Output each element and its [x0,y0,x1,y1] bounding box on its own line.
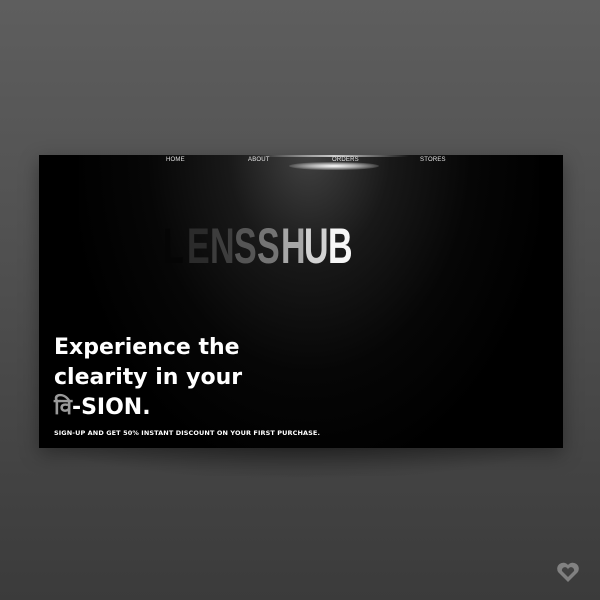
brand-letter: L [163,218,184,274]
hero-line-2: clearity in your [54,365,243,390]
brand-letter: B [327,218,353,274]
hero-headline: Experience the clearity in your वि-SION. [54,333,242,423]
nav-item-orders[interactable]: ORDERS [332,157,359,163]
heart-icon[interactable] [556,561,580,583]
brand-letter: S [233,218,257,274]
brand-letter: U [304,218,329,274]
brand-letter: N [210,218,235,274]
nav-item-stores[interactable]: STORES [420,157,446,163]
website-screenshot: HOME ABOUT ORDERS STORES L E N S S H U B… [39,155,563,448]
nav-item-home[interactable]: HOME [166,157,185,163]
brand-logo: L E N S S H U B [163,217,353,274]
brand-letter: E [186,218,210,274]
brand-letter: H [280,218,306,274]
promo-text: SIGN-UP AND GET 50% INSTANT DISCOUNT ON … [54,429,321,437]
nav-item-about[interactable]: ABOUT [248,157,270,163]
hero-line-1: Experience the [54,335,240,360]
hero-line-3-rest: -SION. [71,395,151,420]
brand-letter: S [257,218,280,274]
hero-line-3: वि-SION. [54,393,242,423]
main-nav: HOME ABOUT ORDERS STORES [39,157,563,167]
hero-accent-text: वि [54,395,72,420]
